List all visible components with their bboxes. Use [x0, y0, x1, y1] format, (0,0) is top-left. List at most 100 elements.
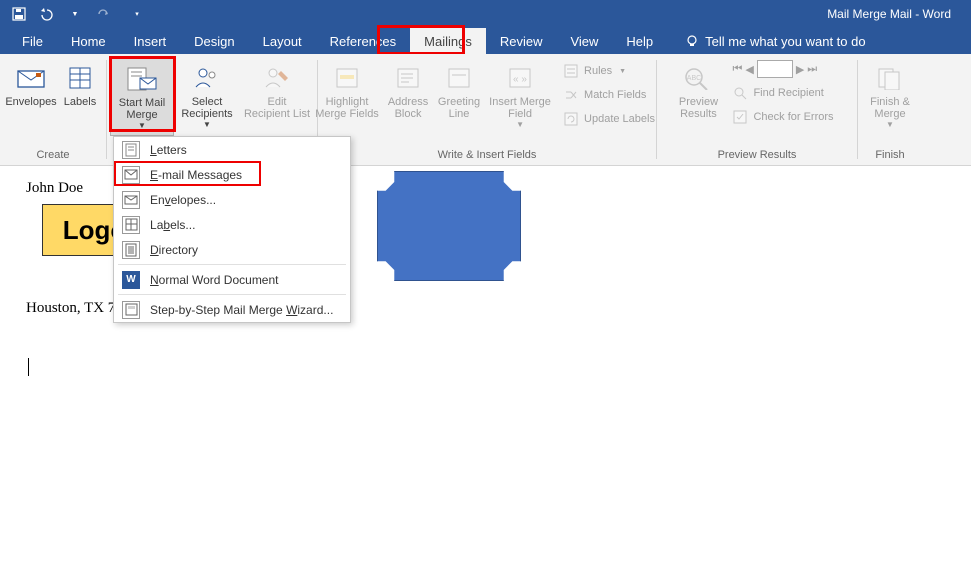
rules-label: Rules	[584, 65, 612, 77]
plaque-shape[interactable]	[377, 171, 521, 281]
finish-merge-label: Finish & Merge	[870, 96, 910, 120]
insert-merge-field-button[interactable]: « » Insert Merge Field ▼	[485, 58, 555, 134]
ribbon-tabs: File Home Insert Design Layout Reference…	[0, 28, 971, 54]
tab-references[interactable]: References	[316, 28, 410, 54]
window-title: Mail Merge Mail - Word	[827, 7, 971, 21]
menu-directory-label: Directory	[150, 243, 198, 257]
tell-me-search[interactable]: Tell me what you want to do	[667, 34, 865, 49]
update-labels-button[interactable]: Update Labels	[559, 108, 659, 130]
find-recipient-button[interactable]: Find Recipient	[728, 82, 837, 104]
undo-dropdown-icon[interactable]: ▼	[66, 5, 84, 23]
tab-home[interactable]: Home	[57, 28, 120, 54]
chevron-down-icon: ▼	[516, 121, 524, 130]
record-number-input[interactable]	[757, 60, 793, 78]
menu-email-label: E-mail Messages	[150, 168, 242, 182]
document-canvas[interactable]: John Doe Houston, TX 7 Logo Letters E-ma…	[0, 166, 971, 577]
chevron-down-icon: ▼	[203, 121, 211, 130]
redo-icon[interactable]	[94, 5, 112, 23]
text-cursor	[28, 358, 29, 376]
edit-recipient-list-label: Edit Recipient List	[244, 96, 310, 120]
envelopes-button[interactable]: Envelopes	[4, 58, 58, 112]
tab-help[interactable]: Help	[612, 28, 667, 54]
start-mail-merge-button[interactable]: Start Mail Merge ▼	[110, 58, 174, 136]
save-icon[interactable]	[10, 5, 28, 23]
address-block-icon	[392, 62, 424, 94]
menu-separator	[118, 294, 346, 295]
wizard-icon	[122, 301, 140, 319]
tab-mailings[interactable]: Mailings	[410, 28, 486, 54]
group-label-create: Create	[6, 147, 100, 165]
start-mail-merge-menu: Letters E-mail Messages Envelopes... Lab…	[113, 136, 351, 323]
edit-recipient-list-button[interactable]: Edit Recipient List	[240, 58, 314, 124]
preview-results-button[interactable]: ABC Preview Results	[672, 58, 724, 124]
highlight-icon	[331, 62, 363, 94]
record-nav[interactable]: ⏮ ◀ ▶ ⏭	[728, 58, 837, 80]
select-recipients-button[interactable]: Select Recipients ▼	[174, 58, 240, 134]
greeting-line-label: Greeting Line	[438, 96, 480, 120]
labels-button[interactable]: Labels	[58, 58, 102, 112]
find-recipient-icon	[732, 85, 748, 101]
directory-icon	[122, 241, 140, 259]
tell-me-label: Tell me what you want to do	[705, 34, 865, 49]
select-recipients-icon	[191, 62, 223, 94]
menu-labels[interactable]: Labels...	[114, 212, 350, 237]
envelope-small-icon	[122, 191, 140, 209]
menu-separator	[118, 264, 346, 265]
preview-results-label: Preview Results	[679, 96, 718, 120]
tab-layout[interactable]: Layout	[249, 28, 316, 54]
qat-customize-icon[interactable]: ▾	[128, 5, 146, 23]
menu-directory[interactable]: Directory	[114, 237, 350, 262]
find-recipient-label: Find Recipient	[753, 87, 823, 99]
menu-envelopes-label: Envelopes...	[150, 193, 216, 207]
tab-file[interactable]: File	[0, 28, 57, 54]
menu-wizard[interactable]: Step-by-Step Mail Merge Wizard...	[114, 297, 350, 322]
last-record-icon: ⏭	[807, 63, 817, 76]
match-fields-button[interactable]: Match Fields	[559, 84, 659, 106]
menu-normal-document[interactable]: W Normal Word Document	[114, 267, 350, 292]
tab-insert[interactable]: Insert	[120, 28, 181, 54]
menu-email-messages[interactable]: E-mail Messages	[114, 162, 350, 187]
envelope-icon	[15, 62, 47, 94]
lightbulb-icon	[685, 34, 699, 48]
check-errors-icon	[732, 109, 748, 125]
svg-text:ABC: ABC	[687, 75, 701, 82]
title-bar: ▼ ▾ Mail Merge Mail - Word	[0, 0, 971, 28]
address-block-button[interactable]: Address Block	[383, 58, 433, 124]
greeting-line-icon	[443, 62, 475, 94]
prev-record-icon: ◀	[745, 63, 753, 76]
start-mail-merge-icon	[126, 63, 158, 95]
group-label-preview: Preview Results	[663, 147, 851, 165]
tab-design[interactable]: Design	[180, 28, 248, 54]
check-errors-label: Check for Errors	[753, 111, 833, 123]
rules-button[interactable]: Rules ▼	[559, 60, 659, 82]
group-label-write-insert: Write & Insert Fields	[324, 147, 650, 165]
finish-merge-icon	[874, 62, 906, 94]
address-block-label: Address Block	[388, 96, 428, 120]
doc-name-text: John Doe	[26, 180, 83, 197]
letters-icon	[122, 141, 140, 159]
group-label-finish: Finish	[864, 147, 916, 165]
labels-icon	[64, 62, 96, 94]
tab-view[interactable]: View	[556, 28, 612, 54]
match-fields-label: Match Fields	[584, 89, 646, 101]
tab-review[interactable]: Review	[486, 28, 557, 54]
update-labels-icon	[563, 111, 579, 127]
highlight-merge-fields-button[interactable]: Highlight Merge Fields	[311, 58, 383, 124]
menu-letters[interactable]: Letters	[114, 137, 350, 162]
next-record-icon: ▶	[796, 63, 804, 76]
update-labels-label: Update Labels	[584, 113, 655, 125]
check-errors-button[interactable]: Check for Errors	[728, 106, 837, 128]
start-mail-merge-label: Start Mail Merge	[119, 97, 165, 121]
doc-city-text: Houston, TX 7	[26, 300, 115, 317]
insert-merge-field-icon: « »	[504, 62, 536, 94]
finish-merge-button[interactable]: Finish & Merge ▼	[862, 58, 918, 134]
greeting-line-button[interactable]: Greeting Line	[433, 58, 485, 124]
envelopes-label: Envelopes	[5, 96, 56, 108]
undo-icon[interactable]	[38, 5, 56, 23]
email-icon	[122, 166, 140, 184]
insert-merge-field-label: Insert Merge Field	[489, 96, 551, 120]
chevron-down-icon: ▼	[138, 122, 146, 131]
menu-envelopes[interactable]: Envelopes...	[114, 187, 350, 212]
menu-letters-label: Letters	[150, 143, 187, 157]
highlight-label: Highlight Merge Fields	[315, 96, 379, 120]
